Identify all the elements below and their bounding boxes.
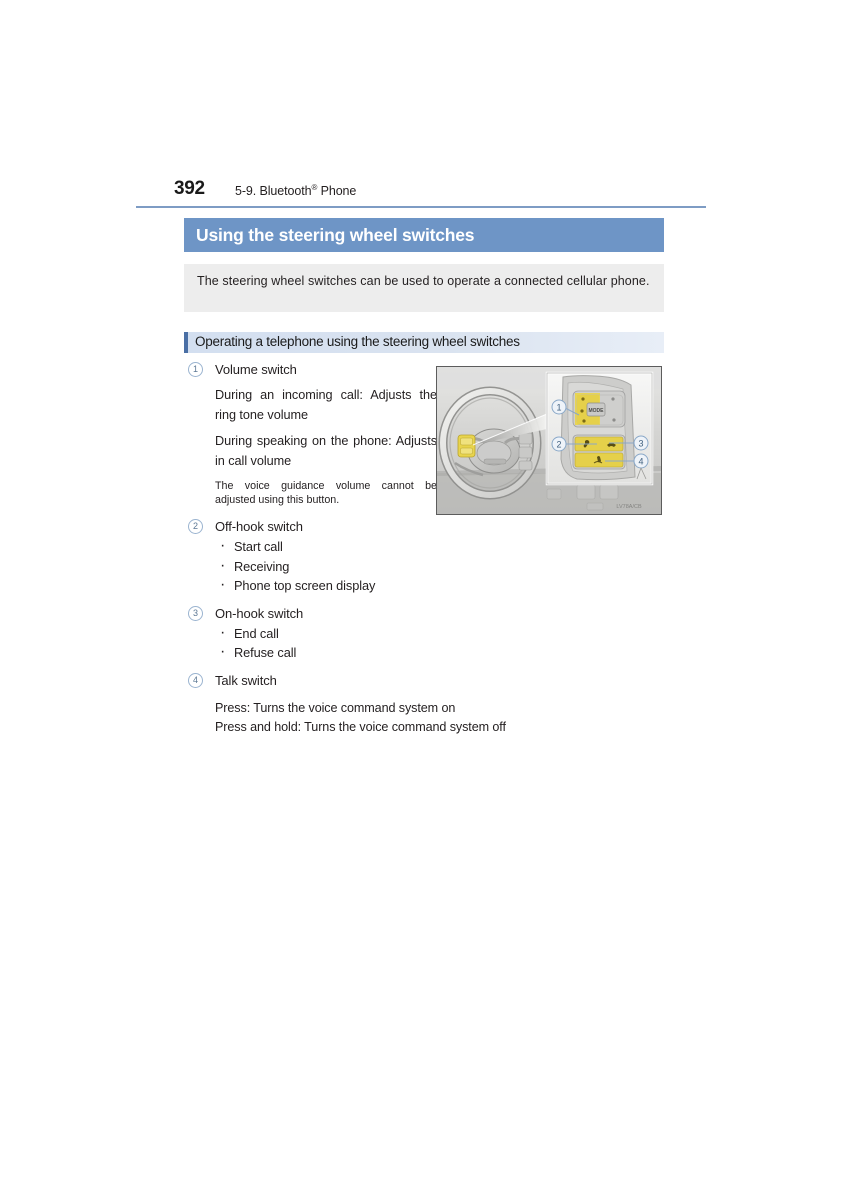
list-item: Refuse call [220,642,438,663]
phone-switch-closeup [572,434,626,470]
bullet-list: Start call Receiving Phone top screen di… [188,536,438,596]
list-item: Start call [220,536,438,557]
breadcrumb-suffix: Phone [317,184,357,198]
callout-number-1: 1 [188,362,203,377]
callout-number-4: 4 [188,672,203,688]
svg-text:MODE: MODE [589,408,605,414]
item-note: The voice guidance volume cannot be adju… [215,480,437,506]
list-item-talk-switch: 4 Talk switch [188,671,438,690]
header-divider [136,206,706,208]
section-title-bar: Using the steering wheel switches [184,218,664,252]
list-item: Receiving [220,556,438,577]
instruction-line: Press: Turns the voice command system on [215,700,456,715]
item-label: Volume switch [215,362,297,377]
item-label: Off-hook switch [215,519,303,534]
item-paragraph: During speaking on the phone: Adjusts in… [215,434,437,468]
section-title: Using the steering wheel switches [196,225,475,245]
list-item: End call [220,623,438,644]
talk-switch-instructions: Press: Turns the voice command system on… [215,699,545,738]
switch-closeup-inset: MODE [545,371,654,486]
volume-switch-closeup: MODE [572,390,626,428]
breadcrumb-prefix: 5-9. Bluetooth [235,184,312,198]
steering-wheel-figure-svg: MODE 1 2 3 4 LV78A/CB [437,367,661,514]
item-label: Talk switch [215,672,277,688]
list-item-off-hook-switch: 2 Off-hook switch [188,517,438,536]
callout-4-label: 4 [638,457,643,467]
instruction-line: Press and hold: Turns the voice command … [215,720,506,734]
item-paragraph: During an incoming call: Adjusts the rin… [215,388,437,422]
page-header: 392 5-9. Bluetooth® Phone [136,178,706,204]
list-item-on-hook-switch: 3 On-hook switch [188,604,438,623]
callout-number-2: 2 [188,519,203,534]
list-item-volume-switch: 1 Volume switch [188,360,438,379]
bullet-list: End call Refuse call [188,623,438,663]
subsection-heading: Operating a telephone using the steering… [184,332,664,353]
intro-text: The steering wheel switches can be used … [197,274,650,288]
figure-watermark: LV78A/CB [616,504,642,510]
subsection-title: Operating a telephone using the steering… [195,334,520,349]
switch-description-list: 1 Volume switch During an incoming call:… [188,360,506,738]
callout-1-label: 1 [556,403,561,413]
list-item: Phone top screen display [220,575,438,596]
page-number: 392 [174,178,205,199]
highlighted-switch-panel [457,434,476,458]
callout-number-3: 3 [188,605,203,621]
intro-callout-box: The steering wheel switches can be used … [184,264,664,312]
subsection-accent-bar [184,332,188,353]
callout-2-label: 2 [556,440,561,450]
callout-3-label: 3 [638,439,643,449]
steering-wheel-illustration: MODE 1 2 3 4 LV78A/CB [436,366,662,515]
breadcrumb: 5-9. Bluetooth® Phone [235,182,356,200]
item-label: On-hook switch [215,605,304,621]
